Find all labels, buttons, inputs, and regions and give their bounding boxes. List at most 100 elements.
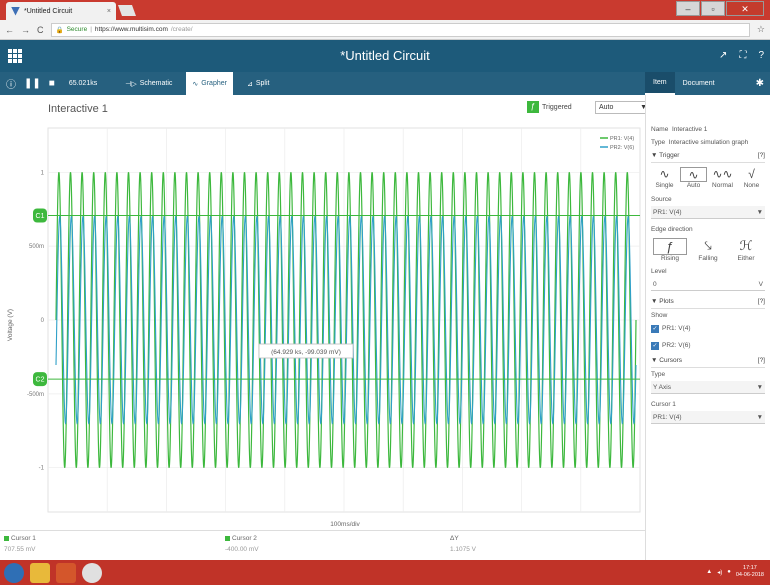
show-label: Show: [651, 312, 668, 319]
schematic-icon: ⊣▷: [125, 80, 137, 88]
cursor-label-2: C2: [36, 377, 45, 384]
plots-section[interactable]: ▼ Plots [?]: [651, 295, 765, 309]
help-icon[interactable]: ?: [758, 50, 764, 61]
url-host: https://www.multisim.com: [94, 26, 168, 33]
graph-header: Interactive 1 ƒ Triggered Auto ▼: [0, 95, 651, 120]
cursor1-color-swatch: [4, 536, 9, 541]
stop-icon[interactable]: ■: [49, 78, 55, 89]
fullscreen-icon[interactable]: ⛶: [739, 50, 746, 61]
powerpoint-icon[interactable]: [56, 562, 76, 583]
chrome-icon[interactable]: [82, 562, 102, 583]
single-sweep-icon: ∿: [659, 167, 670, 181]
trigger-modes: ∿ Single ∿ Auto ∿∿ Normal √ None: [651, 167, 765, 189]
y-tick-label: 0: [41, 318, 45, 324]
cursors-section[interactable]: ▼ Cursors [?]: [651, 354, 765, 368]
plot-checkbox-pr2[interactable]: ✓ PR2: V(6): [651, 339, 765, 352]
multisim-favicon-icon: [11, 6, 20, 16]
reload-icon[interactable]: C: [37, 25, 44, 35]
cursor1-source-select[interactable]: PR1: V(4) ▼: [651, 411, 765, 424]
system-tray: ▲ ◂) ● 17:17 04-06-2018: [706, 565, 764, 579]
share-icon[interactable]: ↗: [719, 50, 727, 61]
back-icon[interactable]: ←: [5, 25, 14, 35]
network-icon[interactable]: ▲: [706, 569, 712, 575]
tab-schematic[interactable]: ⊣▷ Schematic: [119, 72, 178, 95]
browser-tab-bar: *Untitled Circuit × – ▫ ✕: [0, 0, 770, 20]
minimize-button[interactable]: –: [676, 1, 700, 16]
url-input[interactable]: 🔒 Secure | https://www.multisim.com/crea…: [50, 22, 750, 37]
level-label: Level: [651, 268, 667, 275]
file-explorer-icon[interactable]: [30, 562, 50, 583]
y-tick-label: 1: [41, 170, 45, 176]
volume-icon[interactable]: ◂): [717, 569, 722, 576]
secure-label: Secure: [66, 26, 88, 33]
app-header: *Untitled Circuit ↗ ⛶ ?: [0, 40, 770, 72]
tab-document[interactable]: Document: [675, 72, 723, 95]
pause-icon[interactable]: ❚❚: [24, 78, 41, 89]
notification-icon[interactable]: ●: [727, 569, 731, 575]
graph-plot[interactable]: 1 500m 0 -500m -1 C1 C2 PR1: V(4) PR2: V(6) Vo…: [0, 120, 645, 530]
y-tick-label: 500m: [29, 244, 44, 250]
edge-falling-button[interactable]: ⤥ Falling: [691, 238, 725, 262]
rising-edge-icon: ƒ: [653, 238, 687, 255]
tab-item[interactable]: Item: [645, 72, 675, 95]
tab-close-icon[interactable]: ×: [107, 8, 111, 15]
cursor-status-bar: Cursor 1 707.55 mV Cursor 2 -400.00 mV Δ…: [0, 530, 645, 560]
maximize-button[interactable]: ▫: [701, 1, 725, 16]
normal-sweep-icon: ∿∿: [712, 167, 733, 181]
forward-icon[interactable]: →: [21, 25, 30, 35]
source-select[interactable]: PR1: V(4) ▼: [651, 206, 765, 219]
triggered-label: Triggered: [542, 103, 572, 111]
dropdown-arrow-icon: ▼: [756, 208, 763, 216]
triggered-icon: ƒ: [527, 101, 539, 113]
cursor-type-select[interactable]: Y Axis ▼: [651, 381, 765, 394]
checkbox-checked-icon: ✓: [651, 324, 659, 333]
trigger-single-button[interactable]: ∿ Single: [651, 167, 678, 189]
level-input[interactable]: 0V: [651, 278, 765, 291]
cursor2-readout: Cursor 2 -400.00 mV: [225, 535, 259, 553]
trigger-normal-button[interactable]: ∿∿ Normal: [709, 167, 736, 189]
window-controls: – ▫ ✕: [676, 1, 764, 16]
y-axis-label: Voltage (V): [7, 309, 14, 341]
plot-checkbox-pr1[interactable]: ✓ PR1: V(4): [651, 322, 765, 335]
bookmark-star-icon[interactable]: ☆: [757, 24, 765, 35]
tab-split[interactable]: ⊿ Split: [241, 72, 276, 95]
either-edge-icon: ℋ: [739, 238, 753, 253]
start-button-icon[interactable]: [4, 562, 24, 583]
new-tab-button[interactable]: [117, 5, 137, 16]
cursor-type-label: Type: [651, 371, 666, 378]
graph-title: Interactive 1: [48, 103, 108, 115]
os-taskbar: ▲ ◂) ● 17:17 04-06-2018: [0, 560, 770, 585]
split-icon: ⊿: [246, 80, 253, 88]
cursor-label-1: C1: [36, 213, 45, 220]
clock[interactable]: 17:17 04-06-2018: [736, 565, 764, 579]
trigger-auto-button[interactable]: ∿ Auto: [680, 167, 707, 189]
delta-y-readout: ΔY 1.1075 V: [450, 535, 477, 553]
y-tick-label: -1: [39, 466, 45, 472]
dropdown-arrow-icon: ▼: [756, 413, 763, 421]
circuit-title[interactable]: *Untitled Circuit: [0, 48, 770, 63]
svg-text:(64.929 ks, -99.039 mV): (64.929 ks, -99.039 mV): [271, 349, 341, 356]
edge-rising-button[interactable]: ƒ Rising: [653, 238, 687, 262]
info-icon[interactable]: ⓘ: [6, 76, 16, 91]
edge-either-button[interactable]: ℋ Either: [729, 238, 763, 262]
source-label: Source: [651, 196, 672, 203]
gear-icon[interactable]: ✱: [756, 78, 764, 89]
cursor1-label: Cursor 1: [651, 401, 676, 408]
trigger-section[interactable]: ▼ Trigger [?]: [651, 149, 765, 163]
trigger-mode-select[interactable]: Auto ▼: [595, 100, 651, 114]
trigger-none-button[interactable]: √ None: [738, 167, 765, 189]
falling-edge-icon: ⤥: [704, 238, 712, 253]
waveform-chart[interactable]: 1 500m 0 -500m -1 C1 C2 PR1: V(4) PR2: V(6) Vo…: [0, 120, 645, 530]
auto-sweep-icon: ∿: [680, 167, 707, 182]
name-row: Name Interactive 1: [651, 126, 708, 133]
header-icons: ↗ ⛶ ?: [719, 50, 764, 61]
simulation-time: 65.021ks: [68, 80, 98, 87]
browser-tab[interactable]: *Untitled Circuit ×: [6, 2, 116, 20]
tab-grapher[interactable]: ∿ Grapher: [186, 72, 233, 95]
close-window-button[interactable]: ✕: [726, 1, 764, 16]
lock-icon: 🔒: [55, 26, 64, 34]
cursor2-color-swatch: [225, 536, 230, 541]
url-path: /create/: [170, 26, 193, 33]
properties-panel: Name Interactive 1 Type Interactive simu…: [645, 95, 770, 560]
checkbox-checked-icon: ✓: [651, 341, 659, 350]
